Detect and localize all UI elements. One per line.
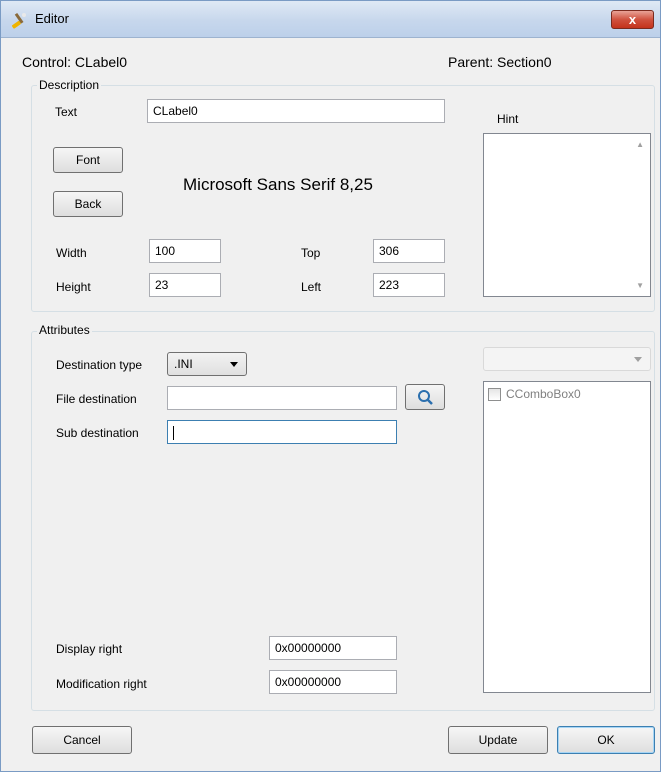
font-display: Microsoft Sans Serif 8,25 — [183, 175, 373, 194]
scroll-up-icon[interactable]: ▲ — [636, 140, 644, 149]
modification-right-input[interactable]: 0x00000000 — [269, 670, 397, 694]
text-caret — [173, 425, 174, 440]
top-label: Top — [301, 246, 321, 260]
height-label: Height — [56, 280, 91, 294]
ccombobox0-checkbox[interactable] — [488, 388, 501, 401]
editor-brush-icon — [11, 12, 26, 29]
width-input[interactable]: 100 — [149, 239, 221, 263]
side-combo-select[interactable] — [483, 347, 651, 371]
text-label: Text — [55, 105, 78, 119]
back-button[interactable]: Back — [53, 191, 123, 217]
cancel-button[interactable]: Cancel — [32, 726, 132, 754]
attributes-group-title: Attributes — [37, 323, 92, 337]
left-label: Left — [301, 280, 322, 294]
update-button[interactable]: Update — [448, 726, 548, 754]
width-label: Width — [56, 246, 87, 260]
close-button[interactable]: x — [611, 10, 654, 29]
hint-label: Hint — [497, 112, 519, 126]
hint-textarea[interactable]: ▲ ▼ — [483, 133, 651, 297]
magnifier-icon — [418, 390, 433, 405]
ok-button[interactable]: OK — [557, 726, 655, 754]
sub-destination-label: Sub destination — [56, 426, 139, 440]
sub-destination-input[interactable] — [167, 420, 397, 444]
parent-label: Parent: Section0 — [448, 54, 552, 70]
file-destination-label: File destination — [56, 392, 137, 406]
destination-type-label: Destination type — [56, 358, 143, 372]
browse-button[interactable] — [405, 384, 445, 410]
left-input[interactable]: 223 — [373, 273, 445, 297]
editor-window: Editor x Control: CLabel0 Parent: Sectio… — [0, 0, 661, 772]
top-input[interactable]: 306 — [373, 239, 445, 263]
text-input[interactable]: CLabel0 — [147, 99, 445, 123]
ccombobox0-label: CComboBox0 — [506, 387, 581, 401]
height-input[interactable]: 23 — [149, 273, 221, 297]
file-destination-input[interactable] — [167, 386, 397, 410]
display-right-input[interactable]: 0x00000000 — [269, 636, 397, 660]
scroll-down-icon[interactable]: ▼ — [636, 281, 644, 290]
modification-right-label: Modification right — [56, 677, 147, 691]
destination-type-select[interactable]: .INI — [167, 352, 247, 376]
window-title: Editor — [35, 11, 69, 26]
display-right-label: Display right — [56, 642, 123, 656]
control-label: Control: CLabel0 — [22, 54, 128, 70]
font-button[interactable]: Font — [53, 147, 123, 173]
destination-type-value: .INI — [174, 357, 193, 371]
chevron-down-icon — [634, 357, 642, 362]
checked-list-box[interactable]: CComboBox0 — [483, 381, 651, 693]
title-bar[interactable]: Editor x — [1, 1, 660, 38]
chevron-down-icon — [230, 362, 238, 367]
description-group-title: Description — [37, 78, 102, 92]
